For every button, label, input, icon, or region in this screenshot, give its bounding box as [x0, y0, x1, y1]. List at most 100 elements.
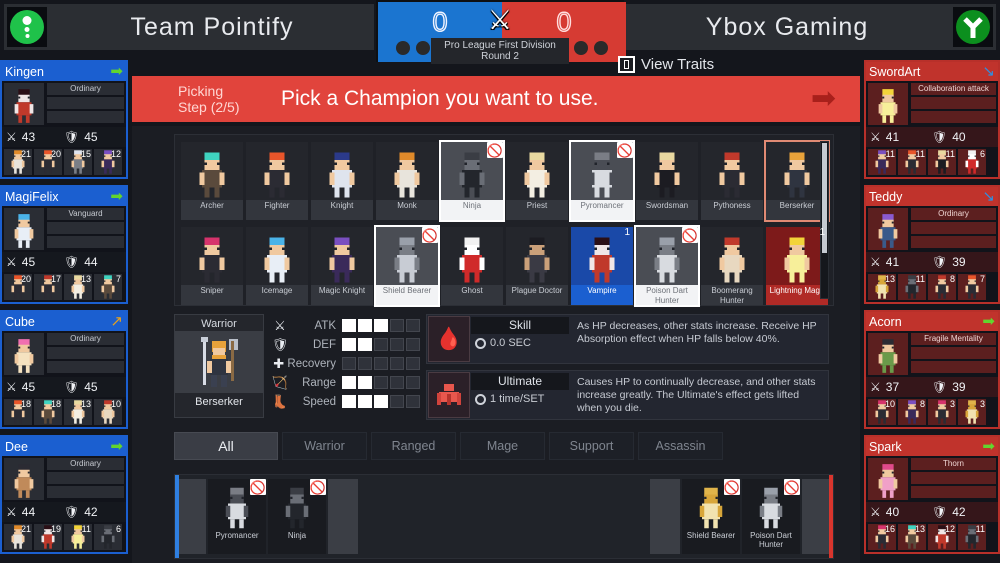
- champion-card[interactable]: Plague Doctor: [506, 227, 568, 305]
- filter-tab-mage[interactable]: Mage: [460, 432, 545, 460]
- draft-bar: 🚫 Pyromancer 🚫 Ninja 🚫 Shield Bearer 🚫 Poison D…: [174, 474, 834, 559]
- champion-mastery-tile[interactable]: 13: [64, 399, 92, 425]
- filter-tab-assassin[interactable]: Assassin: [638, 432, 723, 460]
- champion-card[interactable]: Swordsman: [636, 142, 698, 220]
- champion-card[interactable]: Archer: [181, 142, 243, 220]
- champion-mastery-tile[interactable]: 7: [94, 274, 122, 300]
- plus-cross-icon: ✚: [273, 355, 285, 371]
- draft-pick-card[interactable]: 🚫 Pyromancer: [208, 479, 266, 554]
- champion-card[interactable]: Berserker: [764, 140, 830, 222]
- no-entry-icon: 🚫: [681, 227, 698, 243]
- stat-bar-segment: [374, 319, 388, 332]
- champion-mastery-tile[interactable]: 8: [928, 274, 956, 300]
- filter-tab-support[interactable]: Support: [549, 432, 634, 460]
- trait-empty: [911, 111, 996, 123]
- ultimate-cost: 1 time/SET: [471, 390, 569, 405]
- player-card[interactable]: Cube ↗ Ordinary ⚔ 45 🛡 45 18 18 13 10: [0, 310, 128, 429]
- player-card[interactable]: SwordArt ↘ Collaboration attack ⚔ 41 🛡 40 11 11 1…: [864, 60, 1000, 179]
- champion-card[interactable]: Icemage: [246, 227, 308, 305]
- champion-grid-scrollbar[interactable]: [820, 141, 829, 299]
- trait-list: Thorn: [911, 458, 996, 500]
- champion-mastery-tile[interactable]: 6: [958, 149, 986, 175]
- champion-mastery-tile[interactable]: 13: [64, 274, 92, 300]
- player-card[interactable]: Teddy ↘ Ordinary ⚔ 41 🛡 39 13 11 8 7: [864, 185, 1000, 304]
- champion-card[interactable]: 🚫 Ninja: [439, 140, 505, 222]
- champion-mastery-tile[interactable]: 11: [958, 524, 986, 550]
- champion-mastery-tile[interactable]: 11: [64, 524, 92, 550]
- champion-mastery-tile[interactable]: 6: [94, 524, 122, 550]
- champion-card[interactable]: 🚫 Poison Dart Hunter: [634, 225, 700, 307]
- champion-mastery-tile[interactable]: 18: [34, 399, 62, 425]
- draft-pick-card[interactable]: 🚫 Poison Dart Hunter: [742, 479, 800, 554]
- champion-name: Ghost: [441, 285, 503, 305]
- champion-mastery-tile[interactable]: 17: [34, 274, 62, 300]
- draft-pick-card[interactable]: 🚫 Shield Bearer: [682, 479, 740, 554]
- key-d-icon: [618, 56, 635, 73]
- crossed-swords-icon: ⚔: [6, 380, 17, 394]
- trait-list: Ordinary: [911, 208, 996, 250]
- champion-card[interactable]: Knight: [311, 142, 373, 220]
- player-card[interactable]: Spark ➡ Thorn ⚔ 40 🛡 42 16 13 12 11: [864, 435, 1000, 554]
- champion-sprite: [766, 142, 828, 200]
- champion-card[interactable]: Boomerang Hunter: [701, 227, 763, 305]
- mastery-value: 21: [20, 524, 31, 534]
- player-card[interactable]: Kingen ➡ Ordinary ⚔ 43 🛡 45 21 20 15 12: [0, 60, 128, 179]
- draft-pick-card[interactable]: 🚫 Ninja: [268, 479, 326, 554]
- draft-empty-slot[interactable]: [328, 479, 358, 554]
- champion-mastery-tile[interactable]: 11: [868, 149, 896, 175]
- champion-mastery-tile[interactable]: 16: [868, 524, 896, 550]
- champion-card[interactable]: 1 Vampire: [571, 227, 633, 305]
- champion-card[interactable]: 🚫 Pyromancer: [569, 140, 635, 222]
- champion-card[interactable]: Magic Knight: [311, 227, 373, 305]
- champion-mastery-tile[interactable]: 12: [94, 149, 122, 175]
- champion-mastery-tile[interactable]: 3: [928, 399, 956, 425]
- champion-mastery-tile[interactable]: 19: [34, 524, 62, 550]
- draft-empty-slot[interactable]: [176, 479, 206, 554]
- player-card[interactable]: Dee ➡ Ordinary ⚔ 44 🛡 42 21 19 11 6: [0, 435, 128, 554]
- filter-tab-all[interactable]: All: [174, 432, 278, 460]
- trait-empty: [47, 486, 124, 498]
- view-traits-button[interactable]: View Traits: [618, 56, 714, 73]
- champion-mastery-tile[interactable]: 18: [4, 399, 32, 425]
- champion-mastery-tile[interactable]: 12: [928, 524, 956, 550]
- champion-mastery-tile[interactable]: 10: [868, 399, 896, 425]
- champion-mastery-tile[interactable]: 11: [898, 274, 926, 300]
- champion-mastery-tile[interactable]: 13: [898, 524, 926, 550]
- champion-card[interactable]: Sniper: [181, 227, 243, 305]
- filter-tab-ranged[interactable]: Ranged: [371, 432, 456, 460]
- champion-card[interactable]: 1 Lightning Mage: [766, 227, 828, 305]
- no-entry-icon: 🚫: [616, 142, 633, 158]
- filter-tab-warrior[interactable]: Warrior: [282, 432, 367, 460]
- champion-mastery-tile[interactable]: 7: [958, 274, 986, 300]
- stat-bar-segment: [358, 395, 372, 408]
- draft-empty-slot[interactable]: [802, 479, 832, 554]
- crossed-swords-icon: ⚔: [274, 317, 286, 333]
- player-attack: ⚔ 45: [6, 380, 64, 394]
- champion-card[interactable]: Fighter: [246, 142, 308, 220]
- champion-mastery-tile[interactable]: 20: [4, 274, 32, 300]
- mastery-value: 13: [884, 274, 895, 284]
- player-card[interactable]: MagiFelix ➡ Vanguard ⚔ 45 🛡 44 20 17 13 7: [0, 185, 128, 304]
- champion-mastery-tile[interactable]: 20: [34, 149, 62, 175]
- champion-card[interactable]: Pythoness: [701, 142, 763, 220]
- champion-mastery-tile[interactable]: 21: [4, 149, 32, 175]
- champion-mastery-tile[interactable]: 10: [94, 399, 122, 425]
- draft-empty-slot[interactable]: [650, 479, 680, 554]
- champion-card[interactable]: Monk: [376, 142, 438, 220]
- champion-mastery-tile[interactable]: 15: [64, 149, 92, 175]
- champion-mastery-tile[interactable]: 8: [898, 399, 926, 425]
- champion-card[interactable]: 🚫 Shield Bearer: [374, 225, 440, 307]
- champion-card[interactable]: Priest: [506, 142, 568, 220]
- champion-mastery-tile[interactable]: 11: [928, 149, 956, 175]
- champion-mastery-tile[interactable]: 21: [4, 524, 32, 550]
- champion-card[interactable]: Ghost: [441, 227, 503, 305]
- champion-mastery-tile[interactable]: 3: [958, 399, 986, 425]
- player-card[interactable]: Acorn ➡ Fragile Mentality ⚔ 37 🛡 39 10 8 3 3: [864, 310, 1000, 429]
- ultimate-title: Ultimate: [471, 373, 569, 390]
- player-stats: ⚔ 43 🛡 45: [2, 127, 126, 147]
- champion-mastery-tile[interactable]: 11: [898, 149, 926, 175]
- champion-mastery-tile[interactable]: 13: [868, 274, 896, 300]
- trait-primary: Fragile Mentality: [911, 333, 996, 345]
- ultimate-cost-label: 1 time/SET: [490, 393, 545, 405]
- mastery-value: 3: [979, 399, 985, 409]
